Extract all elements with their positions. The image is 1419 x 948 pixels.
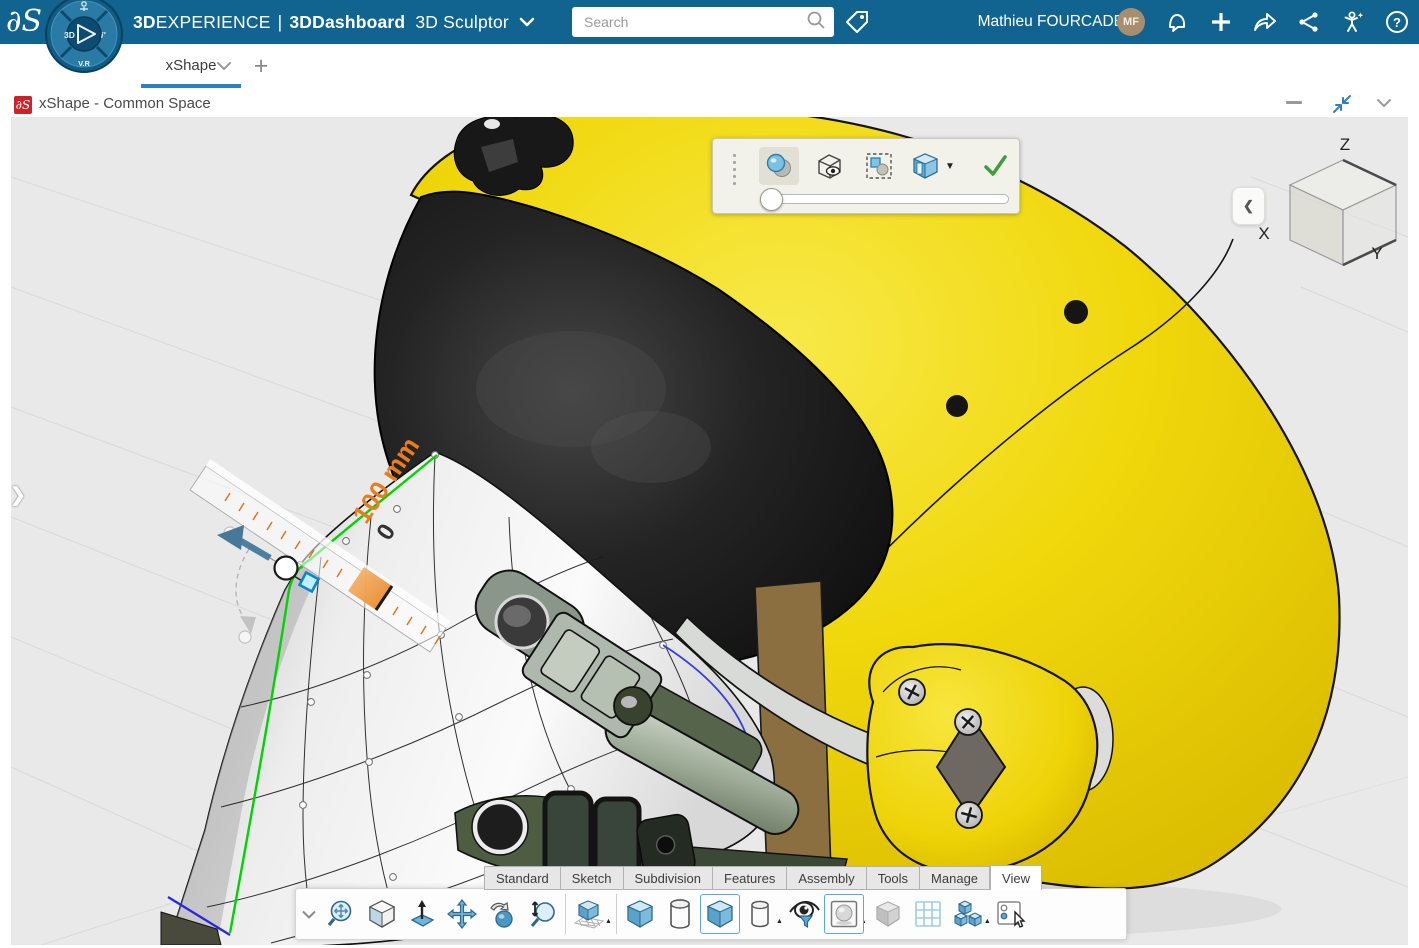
zoom-in-out-button[interactable] [522, 894, 562, 934]
normal-to-button[interactable] [402, 894, 442, 934]
search-box[interactable] [572, 7, 834, 37]
toolbar-separator [565, 894, 566, 934]
dashboard-title: 3DDashboard [289, 12, 405, 33]
axis-x-label[interactable]: X [1258, 224, 1269, 243]
tab-chevron-down-icon[interactable] [213, 56, 235, 76]
selection-options-button[interactable] [992, 894, 1032, 934]
shaded-view-button[interactable] [620, 894, 660, 934]
viewport-canvas[interactable]: 0 100 mm Z [11, 117, 1408, 945]
display-mode-cube-button[interactable] [905, 147, 945, 185]
iso-view-button[interactable] [362, 894, 402, 934]
view-toolbar: ▲ ▲ ▲ ▲ [295, 888, 1127, 940]
view-mesh-cube-button[interactable] [569, 894, 609, 934]
tab-features[interactable]: Features [713, 866, 787, 890]
confirm-check-button[interactable] [978, 149, 1012, 183]
toolbar-separator [616, 894, 617, 934]
app-name[interactable]: 3D Sculptor [415, 12, 509, 33]
panel-collapse-right-button[interactable]: ❮ [1232, 187, 1265, 225]
visibility-filter-button[interactable] [784, 894, 824, 934]
avatar[interactable]: MF [1117, 8, 1145, 36]
3ds-logo-icon[interactable]: ∂S [6, 4, 50, 42]
share-forward-icon[interactable] [1251, 8, 1279, 36]
pan-button[interactable] [442, 894, 482, 934]
ruler-origin-handle[interactable] [275, 557, 298, 580]
brand-bold: 3D [133, 12, 156, 33]
tab-assembly[interactable]: Assembly [787, 866, 866, 890]
select-elements-button[interactable] [859, 147, 899, 185]
tab-tools[interactable]: Tools [867, 866, 920, 890]
drag-handle[interactable] [733, 154, 736, 185]
cylinder-outline-button[interactable] [660, 894, 700, 934]
shaded-with-edges-button[interactable] [700, 894, 740, 934]
brand-rest: EXPERIENCE [156, 12, 271, 33]
user-name[interactable]: Mathieu FOURCADE [978, 0, 1124, 44]
axis-y-label[interactable]: Y [1371, 244, 1382, 263]
helmet-bolt [946, 395, 968, 417]
compass-widget[interactable]: 3D i' V.R [45, 0, 123, 78]
grid-toggle-button[interactable] [908, 894, 948, 934]
tab-standard[interactable]: Standard [484, 866, 561, 890]
tab-manage[interactable]: Manage [920, 866, 990, 890]
minimize-button[interactable] [1286, 101, 1302, 104]
plain-cube-button[interactable] [868, 894, 908, 934]
axis-z-label[interactable]: Z [1340, 135, 1350, 154]
ribbon-tab-bar: Standard Sketch Subdivision Features Ass… [484, 865, 1042, 890]
panel-expand-left-button[interactable]: ❯ [10, 484, 36, 512]
rotate-button[interactable] [482, 894, 522, 934]
toolbar-collapse-chevron-icon[interactable] [296, 910, 322, 919]
tab-strip: xShape + [0, 44, 1419, 89]
tag-icon[interactable] [843, 8, 871, 36]
search-icon[interactable] [806, 10, 826, 35]
weight-slider-handle[interactable] [760, 188, 783, 211]
compass-3d-label[interactable]: 3D [64, 30, 75, 40]
render-cylinder-button[interactable] [740, 894, 780, 934]
add-content-icon[interactable] [1207, 8, 1235, 36]
weight-slider-track[interactable] [761, 194, 1009, 204]
app-title: xShape - Common Space [39, 90, 211, 116]
xshape-app-icon: ∂S [14, 96, 32, 114]
tab-subdivision[interactable]: Subdivision [624, 866, 714, 890]
notifications-bell-icon[interactable] [1163, 8, 1191, 36]
tab-sketch[interactable]: Sketch [561, 866, 624, 890]
app-header [0, 88, 1419, 117]
svg-text:?: ? [1393, 15, 1401, 30]
wireframe-visibility-button[interactable] [809, 147, 849, 185]
tab-view[interactable]: View [990, 865, 1042, 890]
top-bar: ∂S 3DEXPERIENCE | 3DDashboard 3D Sculpto… [0, 0, 1419, 44]
helmet-bolt [1064, 300, 1088, 324]
multi-view-blocks-button[interactable] [948, 894, 988, 934]
add-tab-button[interactable]: + [248, 52, 274, 80]
share-network-icon[interactable] [1295, 8, 1323, 36]
context-toolbar: ▼ [712, 138, 1020, 214]
community-person-icon[interactable] [1339, 8, 1367, 36]
render-style-button[interactable] [824, 894, 864, 934]
platform-title: 3DEXPERIENCE | 3DDashboard 3D Sculptor [133, 0, 535, 44]
title-separator: | [278, 12, 283, 33]
compass-vr-label[interactable]: V.R [78, 59, 90, 68]
chevron-down-icon[interactable] [519, 12, 535, 33]
shaded-points-button[interactable] [759, 147, 799, 185]
fit-all-button[interactable] [322, 894, 362, 934]
collapse-window-icon[interactable] [1332, 94, 1352, 114]
viewport[interactable]: 0 100 mm Z [11, 117, 1408, 945]
display-mode-dropdown-caret[interactable]: ▼ [945, 161, 955, 172]
search-input[interactable] [582, 13, 806, 31]
application-window: ∂S 3DEXPERIENCE | 3DDashboard 3D Sculpto… [0, 0, 1419, 948]
header-chevron-down-icon[interactable] [1376, 96, 1396, 112]
help-icon[interactable]: ? [1383, 8, 1411, 36]
